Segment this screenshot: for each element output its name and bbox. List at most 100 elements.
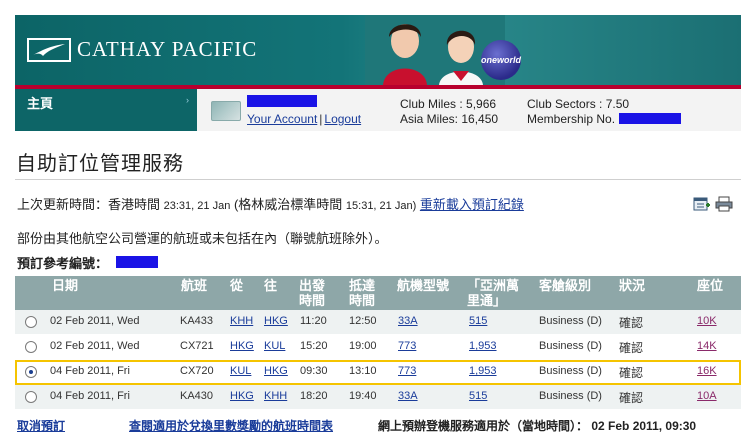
cell-from[interactable]: HKG xyxy=(230,340,254,352)
cell-seat[interactable]: 16K xyxy=(697,365,717,377)
cell-seat[interactable]: 10K xyxy=(697,315,717,327)
header-status: 狀況 xyxy=(619,278,646,293)
cell-seat[interactable]: 10A xyxy=(697,390,717,402)
header-arrival-line1: 抵達 xyxy=(349,278,376,293)
partner-note: 部份由其他航空公司營運的航班或未包括在內（聯號航班除外）。 xyxy=(17,231,388,246)
cell-to[interactable]: KUL xyxy=(264,340,285,352)
cell-status: 確認 xyxy=(619,391,644,405)
itinerary-table: 日期 航班 從 往 出發 時間 抵達 時間 航機型號 「亞洲萬 里通」 客艙級別 狀況… xyxy=(15,276,741,410)
header-asia-miles-line1: 「亞洲萬 xyxy=(467,278,520,293)
last-updated: 上次更新時間：香港時間 23:31, 21 Jan (格林威治標準時間 15:3… xyxy=(17,194,524,213)
page-title: 自助訂位管理服務 xyxy=(16,153,184,175)
row-radio[interactable] xyxy=(25,341,37,353)
online-checkin-label: 網上預辦登機服務適用於（當地時間）： xyxy=(378,419,589,433)
row-radio[interactable] xyxy=(25,316,37,328)
cell-from[interactable]: KUL xyxy=(230,365,251,377)
cell-cabin: Business (D) xyxy=(539,365,602,377)
cell-aircraft[interactable]: 33A xyxy=(398,390,418,402)
table-row[interactable]: 02 Feb 2011, Wed CX721 HKG KUL 15:20 19:… xyxy=(15,335,741,360)
cell-aircraft[interactable]: 773 xyxy=(398,365,416,377)
award-timetable-link[interactable]: 查閱適用於兌換里數獎勵的航班時間表 xyxy=(129,419,333,433)
cell-from[interactable]: HKG xyxy=(230,390,254,402)
header-banner: CATHAY PACIFIC oneworld xyxy=(15,15,741,85)
cell-asia-miles[interactable]: 515 xyxy=(469,390,487,402)
brand-logo[interactable]: CATHAY PACIFIC xyxy=(27,37,257,62)
cell-date: 04 Feb 2011, Fri xyxy=(50,390,130,402)
cell-status: 確認 xyxy=(619,341,644,355)
cell-to[interactable]: HKG xyxy=(264,315,288,327)
table-header: 日期 航班 從 往 出發 時間 抵達 時間 航機型號 「亞洲萬 里通」 客艙級別 狀況… xyxy=(15,276,741,310)
redacted-name xyxy=(247,95,317,107)
cathay-logo-icon xyxy=(27,37,71,62)
account-links: Your Account | Logout xyxy=(247,112,361,126)
cell-departure: 09:30 xyxy=(300,365,328,377)
nav-home[interactable]: 主頁 › xyxy=(15,89,197,131)
header-cabin: 客艙級別 xyxy=(539,278,592,293)
cell-asia-miles[interactable]: 1,953 xyxy=(469,365,497,377)
cell-departure: 11:20 xyxy=(300,315,327,327)
header-to: 往 xyxy=(264,278,278,293)
header-arrival-line2: 時間 xyxy=(349,293,376,308)
calendar-add-icon[interactable] xyxy=(693,196,711,212)
header-departure-line1: 出發 xyxy=(299,278,326,293)
link-separator: | xyxy=(319,112,323,126)
club-sectors: Club Sectors : 7.50 xyxy=(527,97,630,111)
table-row[interactable]: 02 Feb 2011, Wed KA433 KHH HKG 11:20 12:… xyxy=(15,310,741,335)
cell-asia-miles[interactable]: 1,953 xyxy=(469,340,497,352)
header-from: 從 xyxy=(230,278,244,293)
table-row-selected[interactable]: 04 Feb 2011, Fri CX720 KUL HKG 09:30 13:… xyxy=(15,360,741,385)
timetable: 查閱適用於兌換里數獎勵的航班時間表 xyxy=(129,417,333,434)
header-arrival: 抵達 時間 xyxy=(349,278,375,308)
cell-status: 確認 xyxy=(619,316,644,330)
booking-reference-label: 預訂參考編號： xyxy=(17,256,109,271)
cell-to[interactable]: HKG xyxy=(264,365,288,377)
cell-arrival: 19:00 xyxy=(349,340,377,352)
redacted-membership-number xyxy=(619,113,681,124)
cell-arrival: 12:50 xyxy=(349,315,377,327)
updated-hk-time: 23:31, 21 Jan xyxy=(163,200,231,212)
club-miles: Club Miles : 5,966 xyxy=(400,97,497,111)
header-seat: 座位 xyxy=(697,278,724,293)
cell-flight: CX720 xyxy=(180,365,214,377)
header-date: 日期 xyxy=(52,278,79,293)
cell-arrival: 13:10 xyxy=(349,365,377,377)
oneworld-badge: oneworld xyxy=(481,40,521,80)
membership-number-label: Membership No. : xyxy=(527,112,622,126)
nav-home-label: 主頁 xyxy=(27,96,54,111)
cancel-booking-link[interactable]: 取消預訂 xyxy=(17,419,65,433)
row-radio[interactable] xyxy=(25,391,37,403)
table-row[interactable]: 04 Feb 2011, Fri KA430 HKG KHH 18:20 19:… xyxy=(15,385,741,410)
cell-status: 確認 xyxy=(619,366,644,380)
cell-date: 04 Feb 2011, Fri xyxy=(50,365,130,377)
online-checkin: 網上預辦登機服務適用於（當地時間）： 02 Feb 2011, 09:30 xyxy=(378,417,696,434)
redacted-booking-reference xyxy=(116,256,158,268)
cell-from[interactable]: KHH xyxy=(230,315,253,327)
cell-aircraft[interactable]: 33A xyxy=(398,315,418,327)
cell-aircraft[interactable]: 773 xyxy=(398,340,416,352)
cell-date: 02 Feb 2011, Wed xyxy=(50,315,140,327)
cell-departure: 18:20 xyxy=(300,390,328,402)
cell-departure: 15:20 xyxy=(300,340,328,352)
logout-link[interactable]: Logout xyxy=(324,112,361,126)
membership-card-icon xyxy=(211,101,241,121)
account-bar: 主頁 › Your Account | Logout Club Miles : 5,… xyxy=(15,85,741,131)
cell-flight: KA430 xyxy=(180,390,214,402)
cell-flight: KA433 xyxy=(180,315,214,327)
cell-flight: CX721 xyxy=(180,340,214,352)
divider xyxy=(15,179,741,180)
chevron-right-icon: › xyxy=(186,95,189,105)
reload-booking-link[interactable]: 重新載入預訂紀錄 xyxy=(420,197,524,212)
header-asia-miles-line2: 里通」 xyxy=(467,293,507,308)
printer-icon[interactable] xyxy=(715,196,733,212)
cell-seat[interactable]: 14K xyxy=(697,340,717,352)
updated-gmt-time: 15:31, 21 Jan) xyxy=(345,200,417,212)
your-account-link[interactable]: Your Account xyxy=(247,112,317,126)
cell-cabin: Business (D) xyxy=(539,340,602,352)
header-departure: 出發 時間 xyxy=(299,278,325,308)
row-radio-selected[interactable] xyxy=(25,366,37,378)
header-flight: 航班 xyxy=(181,278,208,293)
online-checkin-time: 02 Feb 2011, 09:30 xyxy=(591,419,697,433)
cell-asia-miles[interactable]: 515 xyxy=(469,315,487,327)
brand-name: CATHAY PACIFIC xyxy=(77,37,258,61)
cell-to[interactable]: KHH xyxy=(264,390,287,402)
